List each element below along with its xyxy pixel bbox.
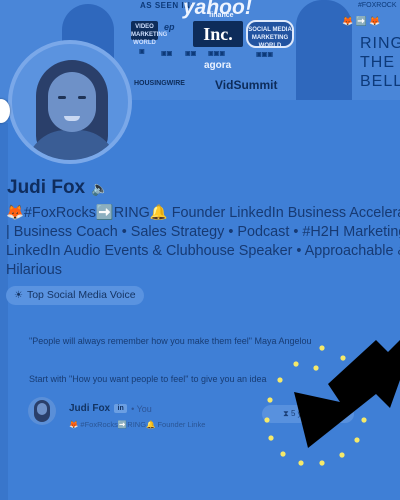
highlight-dot xyxy=(319,460,325,466)
highlight-dot xyxy=(319,345,325,351)
highlight-dot xyxy=(339,452,345,458)
profile-page: AS SEEN IN: yahoo! finance VIDEO MARKETI… xyxy=(0,0,400,500)
highlight-dot xyxy=(354,437,360,443)
highlight-dot xyxy=(340,355,346,361)
highlight-dot xyxy=(293,361,299,367)
highlight-dot xyxy=(264,417,270,423)
overlay-layer xyxy=(264,340,400,466)
highlight-dot xyxy=(313,365,319,371)
highlight-dot xyxy=(277,377,283,383)
highlight-dot xyxy=(268,435,274,441)
highlight-dot xyxy=(280,451,286,457)
pointer-arrow-icon xyxy=(294,340,400,448)
highlight-dot xyxy=(361,417,367,423)
highlight-dot xyxy=(267,397,273,403)
highlight-dot xyxy=(298,460,304,466)
